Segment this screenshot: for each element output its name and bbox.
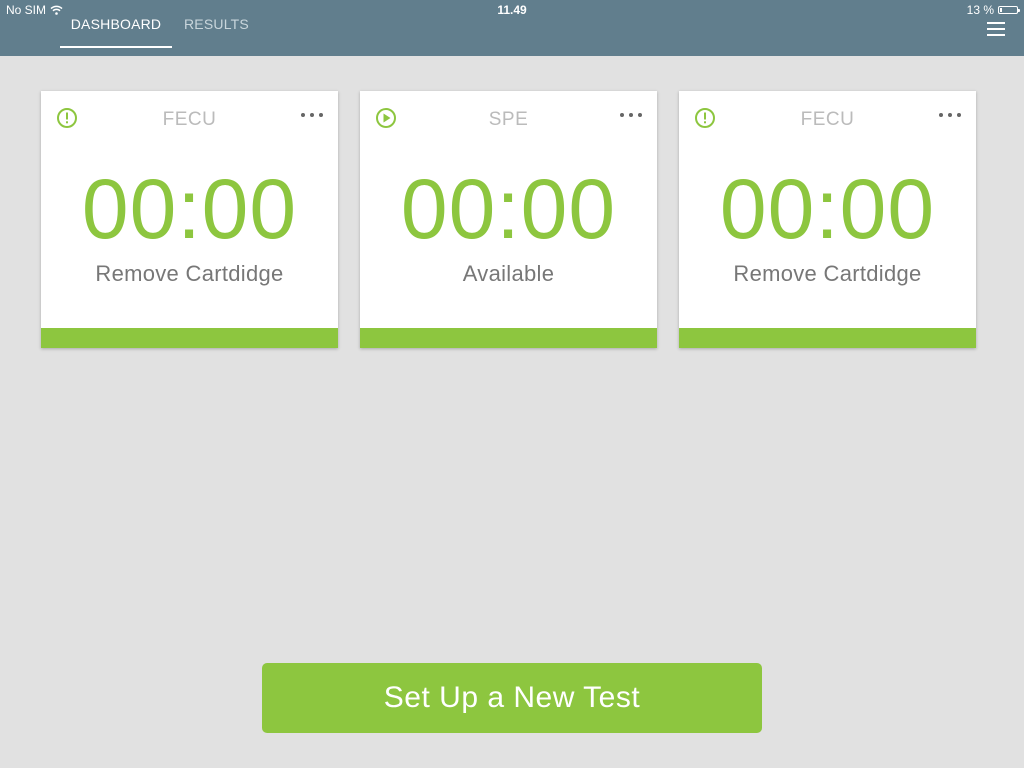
- card-title: FECU: [162, 109, 217, 130]
- device-card[interactable]: FECU 00:00 Remove Cartdidge: [679, 91, 976, 348]
- card-timer: 00:00: [400, 162, 617, 256]
- card-timer: 00:00: [81, 162, 298, 256]
- more-options-icon[interactable]: [620, 108, 642, 122]
- card-status: Available: [462, 261, 555, 286]
- set-up-new-test-button[interactable]: Set Up a New Test: [262, 663, 762, 733]
- active-tab-indicator: [60, 46, 172, 48]
- card-status: Remove Cartdidge: [733, 261, 922, 286]
- device-card[interactable]: SPE 00:00 Available: [360, 91, 657, 348]
- card-status-bar: [679, 328, 976, 348]
- card-timer: 00:00: [719, 162, 936, 256]
- battery-icon: [998, 6, 1020, 14]
- hamburger-menu-icon[interactable]: [987, 22, 1005, 36]
- top-bar: No SIM 11.49 13 % DASHBOARD RESULTS: [0, 0, 1024, 56]
- battery-percent: 13 %: [966, 3, 994, 17]
- battery-level: [1000, 8, 1002, 12]
- device-card[interactable]: FECU 00:00 Remove Cartdidge: [41, 91, 338, 348]
- card-status-bar: [360, 328, 657, 348]
- status-time: 11.49: [497, 3, 527, 17]
- status-bar-right: 13 %: [966, 3, 1020, 17]
- more-options-icon[interactable]: [939, 108, 961, 122]
- card-title: SPE: [488, 109, 529, 130]
- card-status-bar: [41, 328, 338, 348]
- card-status: Remove Cartdidge: [95, 261, 284, 286]
- more-options-icon[interactable]: [301, 108, 323, 122]
- tab-results[interactable]: RESULTS: [184, 16, 249, 32]
- tab-dashboard[interactable]: DASHBOARD: [60, 16, 172, 32]
- card-title: FECU: [800, 109, 855, 130]
